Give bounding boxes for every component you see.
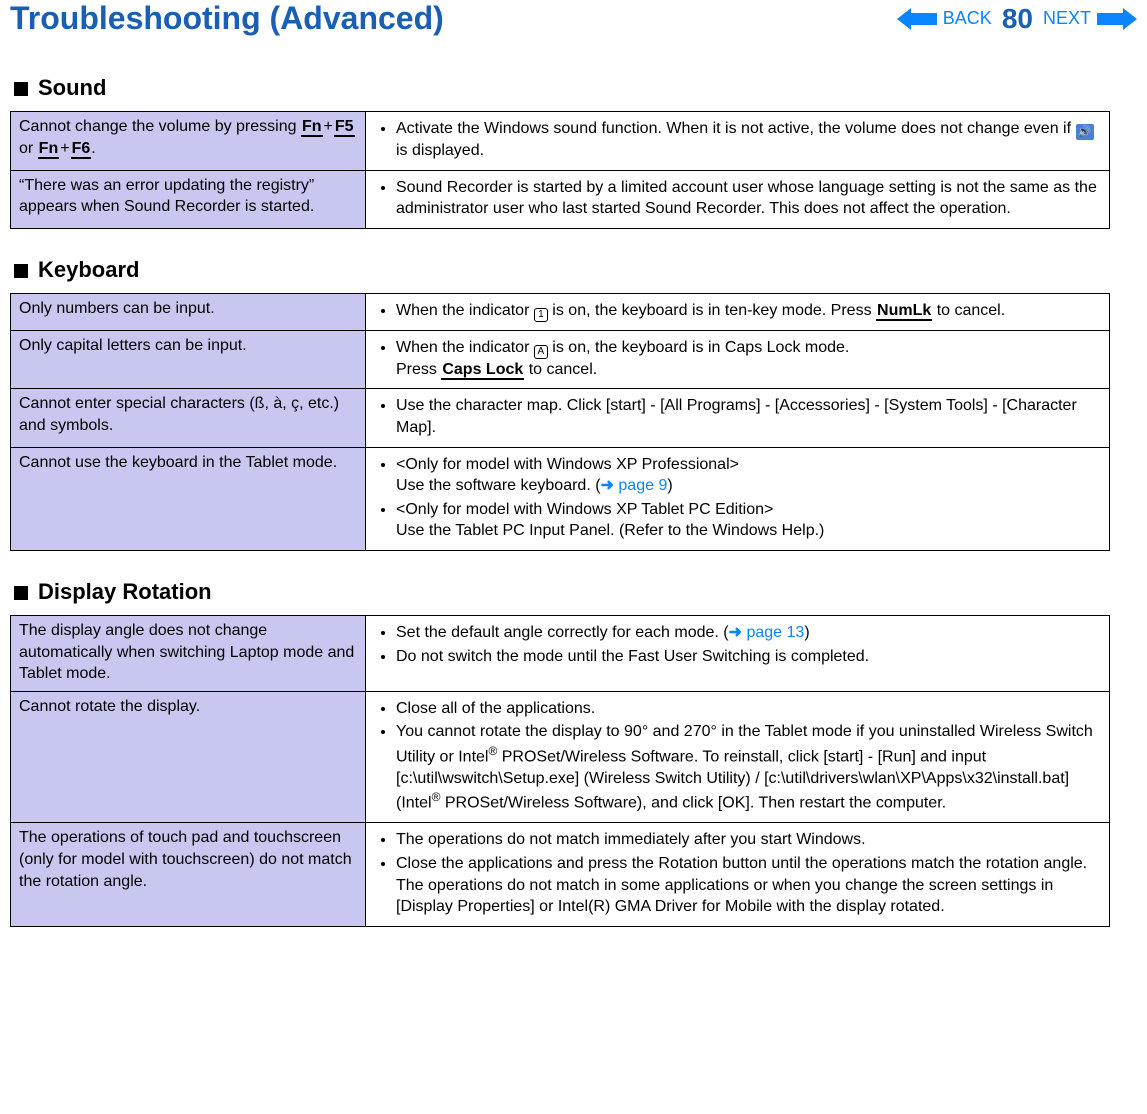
keycap-f5: F5	[334, 118, 355, 137]
plus: +	[60, 140, 69, 157]
text: or	[19, 140, 38, 157]
solution-cell: The operations do not match immediately …	[366, 823, 1110, 926]
sound-table: Cannot change the volume by pressing Fn+…	[10, 111, 1110, 229]
text: is displayed.	[396, 142, 484, 159]
table-row: Cannot change the volume by pressing Fn+…	[11, 112, 1110, 171]
solution-cell: <Only for model with Windows XP Professi…	[366, 447, 1110, 550]
text: When the indicator	[396, 302, 534, 319]
text: Use the Tablet PC Input Panel. (Refer to…	[396, 522, 824, 539]
next-arrow-icon[interactable]	[1097, 8, 1137, 30]
problem-cell: Cannot change the volume by pressing Fn+…	[11, 112, 366, 171]
keycap-fn: Fn	[301, 118, 323, 137]
page-number: 80	[1002, 3, 1033, 35]
list-item: Close all of the applications.	[396, 698, 1101, 720]
table-row: Only capital letters can be input. When …	[11, 330, 1110, 389]
text: <Only for model with Windows XP Professi…	[396, 456, 739, 473]
next-button[interactable]: NEXT	[1043, 8, 1091, 29]
solution-cell: Activate the Windows sound function. Whe…	[366, 112, 1110, 171]
arrow-right-icon: ➜	[729, 624, 742, 641]
list-item: Do not switch the mode until the Fast Us…	[396, 646, 1101, 668]
text: )	[667, 477, 672, 494]
text: is on, the keyboard is in ten-key mode. …	[548, 302, 876, 319]
section-heading-sound: Sound	[14, 75, 1147, 101]
speaker-icon: 🔊	[1076, 124, 1094, 140]
page-title: Troubleshooting (Advanced)	[10, 0, 444, 37]
table-row: Cannot enter special characters (ß, à, ç…	[11, 389, 1110, 447]
list-item: Sound Recorder is started by a limited a…	[396, 177, 1101, 220]
problem-cell: Cannot enter special characters (ß, à, ç…	[11, 389, 366, 447]
problem-cell: Only numbers can be input.	[11, 293, 366, 330]
list-item: Use the character map. Click [start] - […	[396, 395, 1101, 438]
table-row: Only numbers can be input. When the indi…	[11, 293, 1110, 330]
text: to cancel.	[524, 361, 597, 378]
solution-cell: Close all of the applications. You canno…	[366, 691, 1110, 823]
list-item: You cannot rotate the display to 90° and…	[396, 721, 1101, 814]
solution-cell: Use the character map. Click [start] - […	[366, 389, 1110, 447]
plus: +	[324, 118, 333, 135]
display-rotation-table: The display angle does not change automa…	[10, 615, 1110, 927]
problem-cell: The operations of touch pad and touchscr…	[11, 823, 366, 926]
text: <Only for model with Windows XP Tablet P…	[396, 501, 773, 518]
arrow-right-icon: ➜	[601, 477, 614, 494]
solution-cell: Sound Recorder is started by a limited a…	[366, 170, 1110, 228]
problem-cell: “There was an error updating the registr…	[11, 170, 366, 228]
keycap-f6: F6	[71, 140, 92, 159]
problem-cell: Only capital letters can be input.	[11, 330, 366, 389]
list-item: Close the applications and press the Rot…	[396, 853, 1101, 918]
text: is on, the keyboard is in Caps Lock mode…	[548, 339, 850, 356]
table-row: The operations of touch pad and touchscr…	[11, 823, 1110, 926]
table-row: “There was an error updating the registr…	[11, 170, 1110, 228]
text: Press	[396, 361, 441, 378]
section-heading-display: Display Rotation	[14, 579, 1147, 605]
text: .	[91, 140, 95, 157]
list-item: <Only for model with Windows XP Professi…	[396, 454, 1101, 497]
capslock-indicator-icon: A	[534, 345, 548, 359]
text: Cannot change the volume by pressing	[19, 118, 301, 135]
section-heading-keyboard: Keyboard	[14, 257, 1147, 283]
list-item: Activate the Windows sound function. Whe…	[396, 118, 1101, 162]
list-item: <Only for model with Windows XP Tablet P…	[396, 499, 1101, 542]
list-item: When the indicator 1 is on, the keyboard…	[396, 300, 1101, 322]
table-row: The display angle does not change automa…	[11, 615, 1110, 691]
page-header: Troubleshooting (Advanced) BACK 80 NEXT	[0, 0, 1147, 47]
text: )	[804, 624, 809, 641]
text: When the indicator	[396, 339, 534, 356]
text: Set the default angle correctly for each…	[396, 624, 729, 641]
text: to cancel.	[932, 302, 1005, 319]
registered-mark: ®	[488, 744, 497, 758]
list-item: When the indicator A is on, the keyboard…	[396, 337, 1101, 381]
solution-cell: Set the default angle correctly for each…	[366, 615, 1110, 691]
keycap-numlk: NumLk	[876, 302, 932, 321]
text: PROSet/Wireless Software), and click [OK…	[440, 795, 946, 812]
back-button[interactable]: BACK	[943, 8, 992, 29]
text: Use the software keyboard. (	[396, 477, 601, 494]
table-row: Cannot rotate the display. Close all of …	[11, 691, 1110, 823]
page-nav: BACK 80 NEXT	[897, 3, 1137, 35]
keycap-capslock: Caps Lock	[441, 361, 524, 380]
solution-cell: When the indicator 1 is on, the keyboard…	[366, 293, 1110, 330]
solution-cell: When the indicator A is on, the keyboard…	[366, 330, 1110, 389]
numlock-indicator-icon: 1	[534, 308, 548, 322]
back-arrow-icon[interactable]	[897, 8, 937, 30]
problem-cell: Cannot rotate the display.	[11, 691, 366, 823]
keyboard-table: Only numbers can be input. When the indi…	[10, 293, 1110, 551]
table-row: Cannot use the keyboard in the Tablet mo…	[11, 447, 1110, 550]
keycap-fn: Fn	[38, 140, 60, 159]
problem-cell: The display angle does not change automa…	[11, 615, 366, 691]
page-link[interactable]: page 9	[614, 477, 667, 494]
list-item: The operations do not match immediately …	[396, 829, 1101, 851]
text: Activate the Windows sound function. Whe…	[396, 120, 1076, 137]
problem-cell: Cannot use the keyboard in the Tablet mo…	[11, 447, 366, 550]
page-link[interactable]: page 13	[742, 624, 804, 641]
list-item: Set the default angle correctly for each…	[396, 622, 1101, 644]
